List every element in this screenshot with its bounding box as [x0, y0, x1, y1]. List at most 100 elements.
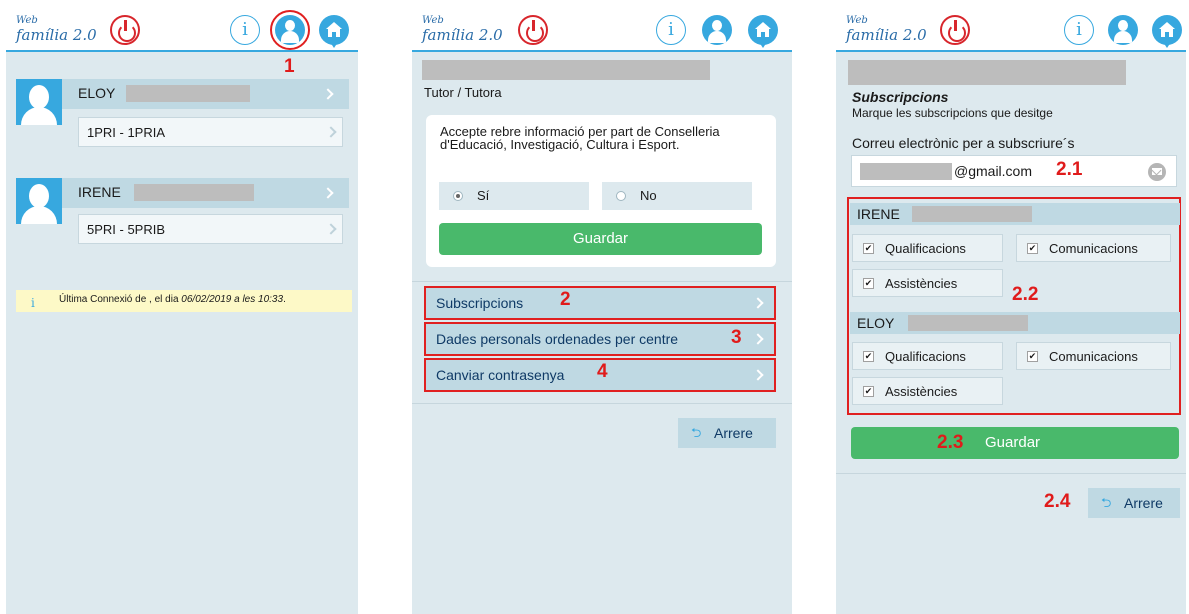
- home-icon[interactable]: [748, 15, 778, 48]
- annotation-circle-profile: [270, 10, 310, 50]
- subscriptions-title: Subscripcions: [852, 89, 949, 105]
- back-arrow-icon: ⮌: [1101, 495, 1112, 510]
- group-bar-eloy: ELOY: [850, 312, 1180, 334]
- consent-card: Accepte rebre informació per part de Con…: [426, 115, 776, 267]
- mail-icon[interactable]: [1148, 163, 1166, 181]
- subscriptions-subtitle: Marque les subscripcions que desitge: [852, 106, 1053, 120]
- back-label: Arrere: [1124, 495, 1163, 511]
- redacted-tutor-name: [848, 60, 1126, 85]
- checkbox-qualificacions-eloy[interactable]: ✔ Qualificacions: [852, 342, 1003, 370]
- group-bar-irene: IRENE: [850, 203, 1180, 225]
- profile-user-icon[interactable]: [702, 15, 732, 45]
- last-connection-text: Última Connexió de , el dia 06/02/2019 a…: [59, 294, 286, 305]
- app-logo: Web família 2.0: [422, 15, 512, 47]
- checkbox-assistencies-eloy[interactable]: ✔ Assistències: [852, 377, 1003, 405]
- back-label: Arrere: [714, 425, 753, 441]
- panel-subscriptions: Web família 2.0 i Subscripcions Marque l…: [836, 10, 1186, 614]
- check-icon: ✔: [863, 278, 874, 289]
- checkbox-assistencies-irene[interactable]: ✔ Assistències: [852, 269, 1003, 297]
- checkbox-comunicacions-eloy[interactable]: ✔ Comunicacions: [1016, 342, 1171, 370]
- check-icon: ✔: [1027, 243, 1038, 254]
- radio-label: No: [640, 188, 657, 203]
- class-label: 1PRI - 1PRIA: [87, 125, 166, 140]
- home-icon[interactable]: [1152, 15, 1182, 48]
- annotation-2-4: 2.4: [1044, 491, 1071, 512]
- home-icon[interactable]: [319, 15, 349, 48]
- student-avatar: [16, 79, 62, 125]
- last-connection-prefix: Última Connexió de , el dia: [59, 294, 182, 305]
- student-name-bar[interactable]: ELOY: [62, 79, 349, 109]
- student-name-bar[interactable]: IRENE: [62, 178, 349, 208]
- student-name: IRENE: [78, 184, 121, 200]
- divider: [412, 281, 792, 282]
- student-name: ELOY: [78, 85, 116, 101]
- panel-tutor: Web família 2.0 i Tutor / Tutora Accepte…: [412, 10, 792, 614]
- checkbox-label: Comunicacions: [1049, 349, 1138, 364]
- student-row-eloy[interactable]: ELOY: [16, 79, 349, 125]
- checkbox-label: Assistències: [885, 384, 958, 399]
- back-button[interactable]: ⮌ Arrere: [1088, 488, 1180, 518]
- redacted-surname: [908, 315, 1028, 331]
- panel-students: Web família 2.0 i 1 ELOY 1PRI - 1PRIA IR…: [6, 10, 358, 614]
- logout-power-icon[interactable]: [518, 15, 548, 45]
- divider: [412, 403, 792, 404]
- logo-web-text: Web: [422, 15, 444, 26]
- app-logo: Web família 2.0: [16, 15, 106, 47]
- redacted-surname: [126, 85, 250, 102]
- radio-yes[interactable]: Sí: [439, 182, 589, 210]
- save-button[interactable]: Guardar: [439, 223, 762, 255]
- radio-dot: [616, 191, 626, 201]
- profile-user-icon[interactable]: [1108, 15, 1138, 45]
- logo-name-text: família 2.0: [422, 26, 503, 44]
- app-header: Web família 2.0 i: [836, 10, 1186, 52]
- check-icon: ✔: [863, 243, 874, 254]
- redacted-tutor-name: [422, 60, 710, 80]
- checkbox-label: Qualificacions: [885, 349, 966, 364]
- info-small-icon: i: [31, 296, 35, 310]
- annotation-2: 2: [560, 289, 571, 310]
- back-button[interactable]: ⮌ Arrere: [678, 418, 776, 448]
- chevron-right-icon: [322, 187, 334, 199]
- check-icon: ✔: [863, 386, 874, 397]
- info-icon[interactable]: i: [656, 15, 686, 45]
- class-label: 5PRI - 5PRIB: [87, 222, 166, 237]
- info-icon[interactable]: i: [230, 15, 260, 45]
- class-item-irene[interactable]: 5PRI - 5PRIB: [78, 214, 343, 244]
- student-row-irene[interactable]: IRENE: [16, 178, 349, 224]
- annotation-box-3: [424, 322, 776, 356]
- student-avatar: [16, 178, 62, 224]
- annotation-1: 1: [284, 56, 295, 77]
- logout-power-icon[interactable]: [110, 15, 140, 45]
- redacted-surname: [134, 184, 254, 201]
- logout-power-icon[interactable]: [940, 15, 970, 45]
- checkbox-comunicacions-irene[interactable]: ✔ Comunicacions: [1016, 234, 1171, 262]
- annotation-2-2: 2.2: [1012, 284, 1039, 305]
- app-header: Web família 2.0 i: [412, 10, 792, 52]
- annotation-4: 4: [597, 361, 608, 382]
- logo-name-text: família 2.0: [846, 26, 927, 44]
- save-label: Guardar: [985, 434, 1041, 451]
- role-label: Tutor / Tutora: [424, 85, 502, 100]
- check-icon: ✔: [1027, 351, 1038, 362]
- check-icon: ✔: [863, 351, 874, 362]
- checkbox-label: Comunicacions: [1049, 241, 1138, 256]
- info-icon[interactable]: i: [1064, 15, 1094, 45]
- last-connection-notice: i Última Connexió de , el dia 06/02/2019…: [16, 290, 352, 312]
- divider: [836, 473, 1186, 474]
- save-subscriptions-button[interactable]: 2.3 Guardar: [851, 427, 1179, 459]
- chevron-right-icon: [322, 88, 334, 100]
- redacted-email-user: [860, 163, 952, 180]
- annotation-box-2: [424, 286, 776, 320]
- logo-web-text: Web: [846, 15, 868, 26]
- group-name: ELOY: [857, 315, 895, 331]
- email-field[interactable]: @gmail.com 2.1: [851, 155, 1177, 187]
- checkbox-qualificacions-irene[interactable]: ✔ Qualificacions: [852, 234, 1003, 262]
- app-logo: Web família 2.0: [846, 15, 936, 47]
- class-item-eloy[interactable]: 1PRI - 1PRIA: [78, 117, 343, 147]
- email-domain: @gmail.com: [954, 163, 1033, 179]
- radio-label: Sí: [477, 188, 490, 203]
- checkbox-label: Assistències: [885, 276, 958, 291]
- annotation-3: 3: [731, 327, 742, 348]
- radio-no[interactable]: No: [602, 182, 752, 210]
- consent-text: Accepte rebre informació per part de Con…: [440, 124, 720, 152]
